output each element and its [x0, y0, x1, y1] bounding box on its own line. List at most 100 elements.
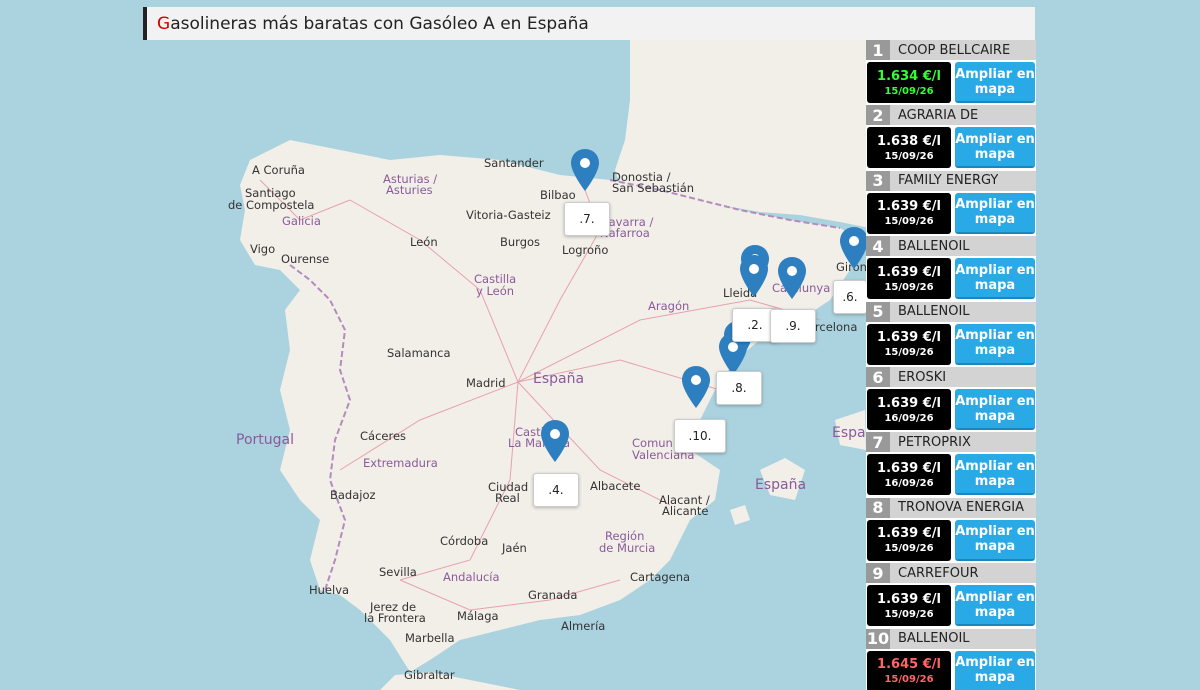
button-line-2: mapa	[974, 212, 1016, 228]
station-date: 15/09/26	[884, 281, 934, 293]
city-albacete: Albacete	[590, 479, 640, 493]
button-line-1: Ampliar en	[955, 66, 1035, 82]
city-almeria: Almería	[561, 619, 605, 633]
zoom-map-button-label: Ampliar en mapa	[955, 459, 1035, 489]
station-entry: 10 BALLENOIL 1.645 €/l 15/09/26 Ampliar en ma…	[866, 628, 1036, 690]
price-box: 1.639 €/l 15/09/26	[867, 258, 951, 300]
country-espana-baleares: España	[755, 477, 806, 493]
zoom-map-button[interactable]: Ampliar en mapa	[955, 127, 1035, 169]
city-santander: Santander	[484, 156, 544, 170]
city-donostia-2: San Sebastián	[612, 181, 694, 195]
zoom-map-button[interactable]: Ampliar en mapa	[955, 454, 1035, 496]
station-name: BALLENOIL	[898, 238, 970, 254]
zoom-map-button[interactable]: Ampliar en mapa	[955, 323, 1035, 365]
station-rank: 3	[866, 170, 890, 191]
station-header: 10 BALLENOIL	[866, 628, 1036, 649]
station-date: 15/09/26	[884, 150, 934, 162]
button-line-2: mapa	[974, 670, 1016, 686]
button-line-1: Ampliar en	[955, 197, 1035, 213]
station-ranking-sidebar: 1 COOP BELLCAIRE 1.634 €/l 15/09/26 Ampliar …	[866, 40, 1036, 690]
station-price: 1.639 €/l	[877, 526, 941, 542]
zoom-map-button-label: Ampliar en mapa	[955, 655, 1035, 685]
button-line-1: Ampliar en	[955, 458, 1035, 474]
station-date: 16/09/26	[884, 477, 934, 489]
station-entry: 8 TRONOVA ENERGIA 1.639 €/l 15/09/26 Ampliar…	[866, 497, 1036, 563]
station-price: 1.634 €/l	[877, 68, 941, 84]
city-madrid: Madrid	[466, 376, 506, 390]
zoom-map-button[interactable]: Ampliar en mapa	[955, 519, 1035, 561]
zoom-map-button-label: Ampliar en mapa	[955, 590, 1035, 620]
map-view[interactable]: A Coruña Santiago de Compostela Vigo Our…	[143, 40, 866, 690]
city-ciudad-real-2: Real	[495, 491, 520, 505]
station-rank: 9	[866, 563, 890, 584]
city-huelva: Huelva	[309, 583, 349, 597]
region-extremadura: Extremadura	[363, 456, 438, 470]
button-line-1: Ampliar en	[955, 524, 1035, 540]
station-price: 1.639 €/l	[877, 591, 941, 607]
map-pin-icon[interactable]	[571, 149, 599, 191]
region-murcia-2: de Murcia	[599, 541, 655, 555]
zoom-map-button[interactable]: Ampliar en mapa	[955, 585, 1035, 627]
marker-label-9[interactable]: .9.	[770, 309, 816, 343]
station-name: TRONOVA ENERGIA	[898, 500, 1025, 516]
city-caceres: Cáceres	[360, 429, 406, 443]
city-leon: León	[410, 235, 438, 249]
country-portugal: Portugal	[236, 432, 294, 448]
station-name: BALLENOIL	[898, 304, 970, 320]
city-gibraltar: Gibraltar	[404, 668, 455, 682]
station-price: 1.638 €/l	[877, 133, 941, 149]
station-name: PETROPRIX	[898, 434, 971, 450]
station-header: 1 COOP BELLCAIRE	[866, 40, 1036, 60]
zoom-map-button-label: Ampliar en mapa	[955, 197, 1035, 227]
country-espana: España	[533, 371, 584, 387]
button-line-2: mapa	[974, 146, 1016, 162]
zoom-map-button[interactable]: Ampliar en mapa	[955, 192, 1035, 234]
station-price: 1.639 €/l	[877, 330, 941, 346]
map-pin-icon[interactable]	[541, 420, 569, 462]
station-entry: 4 BALLENOIL 1.639 €/l 15/09/26 Ampliar en map…	[866, 236, 1036, 301]
price-box: 1.639 €/l 16/09/26	[867, 389, 951, 430]
marker-label-8[interactable]: .8.	[716, 371, 762, 405]
zoom-map-button[interactable]: Ampliar en mapa	[955, 258, 1035, 300]
city-salamanca: Salamanca	[387, 346, 451, 360]
station-price: 1.639 €/l	[877, 460, 941, 476]
map-pin-icon[interactable]	[682, 366, 710, 408]
title-first-letter: G	[157, 13, 171, 34]
zoom-map-button[interactable]: Ampliar en mapa	[955, 62, 1035, 103]
city-a-coruna: A Coruña	[252, 163, 305, 177]
price-box: 1.639 €/l 16/09/26	[867, 454, 951, 496]
city-badajoz: Badajoz	[330, 488, 376, 502]
marker-label-7[interactable]: .7.	[564, 202, 610, 236]
button-line-2: mapa	[974, 473, 1016, 489]
city-granada: Granada	[528, 588, 577, 602]
map-canvas: A Coruña Santiago de Compostela Vigo Our…	[143, 40, 866, 690]
price-box: 1.639 €/l 15/09/26	[867, 585, 951, 627]
station-rank: 6	[866, 367, 890, 387]
zoom-map-button[interactable]: Ampliar en mapa	[955, 650, 1035, 690]
marker-label-6[interactable]: .6.	[833, 280, 867, 314]
city-sevilla: Sevilla	[379, 565, 417, 579]
station-header: 4 BALLENOIL	[866, 236, 1036, 257]
station-date: 15/09/26	[884, 674, 934, 686]
station-entry: 5 BALLENOIL 1.639 €/l 15/09/26 Ampliar en map…	[866, 301, 1036, 367]
marker-label-4[interactable]: .4.	[533, 473, 579, 507]
map-pin-icon[interactable]	[740, 255, 768, 297]
zoom-map-button-label: Ampliar en mapa	[955, 394, 1035, 424]
station-rank: 10	[866, 628, 890, 649]
station-name: EROSKI	[898, 369, 947, 385]
station-entry: 3 FAMILY ENERGY 1.639 €/l 15/09/26 Ampliar e…	[866, 170, 1036, 236]
button-line-2: mapa	[974, 277, 1016, 293]
city-vigo: Vigo	[250, 242, 275, 256]
marker-label-10[interactable]: .10.	[674, 419, 726, 453]
zoom-map-button[interactable]: Ampliar en mapa	[955, 389, 1035, 430]
station-date: 15/09/26	[884, 85, 934, 97]
button-line-1: Ampliar en	[955, 393, 1035, 409]
station-entry: 7 PETROPRIX 1.639 €/l 16/09/26 Ampliar en map…	[866, 432, 1036, 497]
station-price: 1.639 €/l	[877, 199, 941, 215]
map-pin-icon[interactable]	[840, 227, 868, 269]
station-header: 6 EROSKI	[866, 367, 1036, 387]
map-pin-icon[interactable]	[778, 257, 806, 299]
station-price: 1.645 €/l	[877, 657, 941, 673]
region-andalucia: Andalucía	[443, 570, 500, 584]
city-jerez-2: la Frontera	[364, 611, 426, 625]
